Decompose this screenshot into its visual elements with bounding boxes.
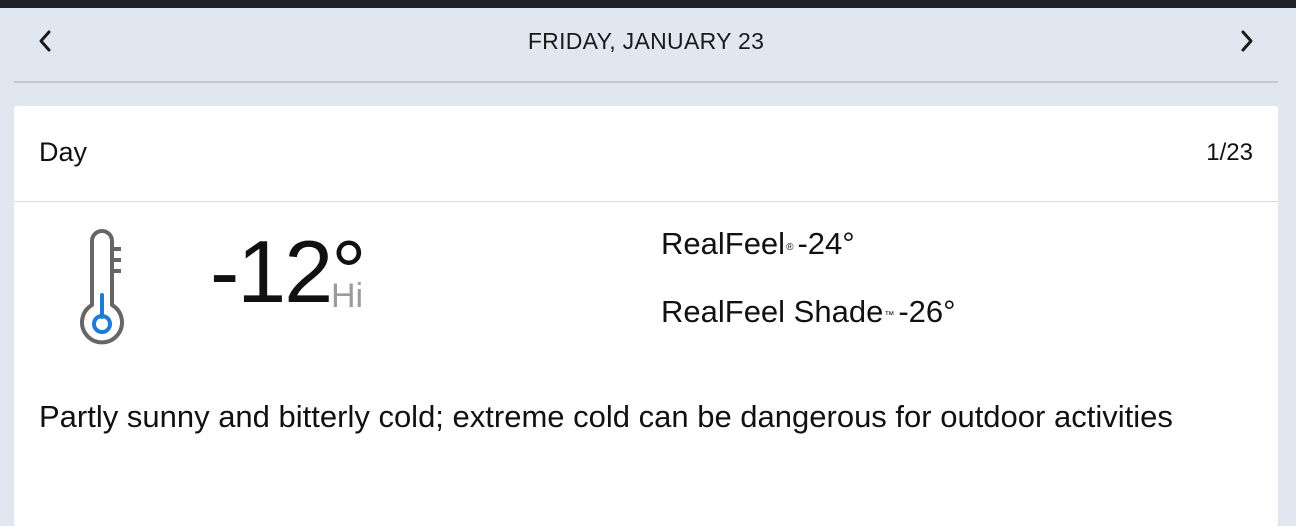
chevron-right-icon <box>1241 30 1253 52</box>
realfeel-shade-row: RealFeel Shade™ -26° <box>661 294 956 330</box>
trademark-mark: ™ <box>884 310 895 321</box>
temperature-qualifier: Hi <box>331 277 364 315</box>
registered-mark: ® <box>786 242 794 253</box>
forecast-card: Day 1/23 -12° Hi RealFeel® -24° RealFeel … <box>14 106 1278 526</box>
thermometer-icon <box>72 229 136 354</box>
date-title: FRIDAY, JANUARY 23 <box>527 28 765 54</box>
realfeel-shade-value: -26° <box>898 294 956 329</box>
realfeel-shade-label: RealFeel Shade <box>661 294 884 329</box>
card-header: Day 1/23 <box>14 106 1278 202</box>
top-strip <box>0 0 1296 8</box>
realfeel-row: RealFeel® -24° <box>661 226 855 262</box>
realfeel-label: RealFeel <box>661 226 786 261</box>
next-day-button[interactable] <box>1232 26 1262 56</box>
weather-phrase: Partly sunny and bitterly cold; extreme … <box>39 399 1173 434</box>
date-navigation: FRIDAY, JANUARY 23 <box>14 8 1278 83</box>
period-date: 1/23 <box>1206 139 1253 166</box>
period-label: Day <box>39 137 88 167</box>
realfeel-value: -24° <box>797 226 855 261</box>
